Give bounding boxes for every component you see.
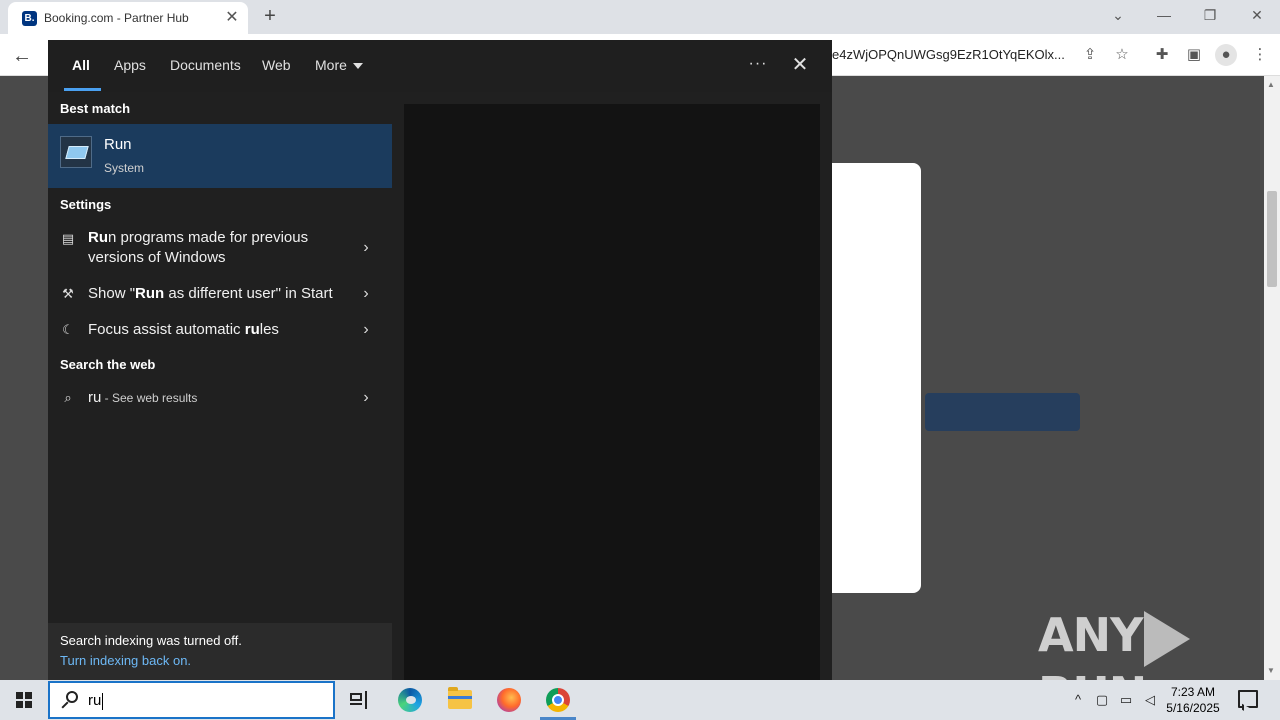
star-icon[interactable]: ☆ (1111, 44, 1133, 66)
start-button[interactable] (0, 680, 48, 720)
share-icon[interactable]: ⇪ (1079, 44, 1101, 66)
taskbar-firefox[interactable] (485, 680, 533, 720)
best-match-title: Run (104, 136, 132, 153)
chrome-icon (546, 688, 570, 712)
windows-logo-icon (16, 692, 32, 708)
restore-button[interactable]: ❐ (1198, 3, 1222, 27)
settings-header: Settings (60, 197, 112, 212)
search-filter-tabs: All Apps Documents Web More ··· ✕ (48, 40, 832, 92)
tab-all[interactable]: All (72, 57, 90, 73)
address-bar-url[interactable]: e4zWjOPQnUWGsg9EzR1OtYqEKOlx... (832, 47, 1070, 62)
taskbar-search-input[interactable]: ru (48, 681, 335, 719)
taskbar-edge[interactable] (386, 680, 434, 720)
taskbar-chrome[interactable] (534, 680, 582, 720)
close-icon[interactable]: ✕ (224, 9, 240, 27)
notification-icon[interactable] (1238, 690, 1258, 708)
chevron-right-icon: › (363, 389, 369, 406)
taskbar-clock[interactable]: 7:23 AM 5/16/2025 (1163, 684, 1223, 716)
back-arrow-icon[interactable]: ← (8, 42, 36, 70)
watermark-left: ANY (1038, 608, 1143, 662)
page-modal-dialog (832, 163, 921, 593)
scroll-down-icon[interactable]: ▼ (1267, 666, 1275, 675)
search-web-header: Search the web (60, 357, 156, 372)
tab-title: Booking.com - Partner Hub (44, 11, 189, 25)
taskbar-file-explorer[interactable] (436, 680, 484, 720)
folder-icon (448, 687, 472, 709)
start-search-panel: All Apps Documents Web More ··· ✕ Best m… (48, 40, 832, 680)
turn-indexing-on-link[interactable]: Turn indexing back on. (60, 653, 191, 668)
firefox-icon (497, 688, 521, 712)
indexing-notice-text: Search indexing was turned off. (60, 633, 242, 648)
moon-icon: ☾ (62, 322, 74, 337)
page-primary-button (925, 393, 1080, 431)
browser-tab[interactable]: B. Booking.com - Partner Hub ✕ (8, 2, 248, 34)
best-match-subtitle: System (104, 161, 145, 175)
setting-run-as-different-user[interactable]: ⚒ Show "Run as different user" in Start … (48, 284, 392, 308)
scroll-up-icon[interactable]: ▲ (1267, 80, 1275, 89)
scroll-thumb[interactable] (1267, 191, 1277, 287)
task-view-icon (350, 691, 370, 709)
result-preview-pane (404, 104, 820, 680)
volume-icon[interactable]: ◁ (1140, 690, 1160, 710)
setting-label: Run programs made for previous versions … (88, 229, 309, 266)
tab-web[interactable]: Web (262, 57, 291, 73)
tab-search-chevron-icon[interactable]: ⌄ (1106, 3, 1130, 27)
web-search-result[interactable]: ⌕ ru - See web results › (48, 388, 392, 412)
clock-time: 7:23 AM (1170, 685, 1216, 699)
new-tab-button[interactable]: + (258, 4, 282, 28)
device-icon[interactable]: ▢ (1092, 690, 1112, 710)
clock-date: 5/16/2025 (1166, 701, 1220, 715)
anyrun-watermark-logo: ANYRUN (1038, 608, 1238, 720)
setting-focus-assist-rules[interactable]: ☾ Focus assist automatic rules › (48, 320, 392, 344)
active-tab-indicator (64, 88, 101, 91)
tab-more-label: More (315, 57, 347, 73)
minimize-button[interactable]: — (1152, 3, 1176, 27)
play-icon (1144, 610, 1191, 667)
search-input-value: ru (88, 692, 104, 710)
chevron-right-icon: › (363, 321, 369, 338)
chevron-up-icon[interactable]: ^ (1068, 690, 1088, 710)
side-panel-icon[interactable]: ▣ (1183, 44, 1205, 66)
web-result-label: ru - See web results (88, 389, 198, 406)
setting-label: Focus assist automatic rules (88, 321, 279, 338)
task-view-button[interactable] (336, 680, 384, 720)
avatar-icon[interactable]: ● (1215, 44, 1237, 66)
caret-down-icon (352, 63, 363, 70)
indexing-notice: Search indexing was turned off. Turn ind… (48, 623, 392, 680)
network-icon[interactable]: ▭ (1116, 690, 1136, 710)
page-scrollbar[interactable]: ▲ ▼ (1264, 76, 1280, 680)
edge-icon (398, 688, 422, 712)
search-icon: ⌕ (64, 390, 72, 405)
setting-run-legacy-programs[interactable]: ▤ Run programs made for previous version… (48, 228, 392, 272)
tab-documents[interactable]: Documents (170, 57, 241, 73)
puzzle-icon[interactable]: ✚ (1151, 44, 1173, 66)
browser-tab-bar: B. Booking.com - Partner Hub ✕ + ⌄ — ❐ ✕ (0, 0, 1280, 34)
best-match-header: Best match (60, 101, 131, 116)
tools-icon: ⚒ (62, 286, 74, 301)
window-close-button[interactable]: ✕ (1245, 3, 1269, 27)
search-results-list: Best match Run System Settings ▤ Run pro… (48, 92, 392, 680)
kebab-menu-icon[interactable]: ⋮ (1249, 44, 1271, 66)
tab-apps[interactable]: Apps (114, 57, 146, 73)
more-options-icon[interactable]: ··· (746, 53, 770, 77)
setting-label: Show "Run as different user" in Start (88, 285, 333, 302)
best-match-run[interactable]: Run System (48, 124, 392, 188)
chevron-right-icon: › (363, 285, 369, 302)
search-icon (60, 690, 80, 710)
compatibility-icon: ▤ (61, 231, 75, 246)
run-app-icon (60, 136, 92, 168)
tab-more[interactable]: More (315, 57, 363, 73)
booking-favicon-icon: B. (22, 11, 37, 26)
close-icon[interactable]: ✕ (788, 53, 812, 77)
chevron-right-icon: › (363, 239, 369, 256)
windows-taskbar: ru ^ ▢ ▭ ◁ 7:23 AM 5/16/2025 (0, 680, 1280, 720)
